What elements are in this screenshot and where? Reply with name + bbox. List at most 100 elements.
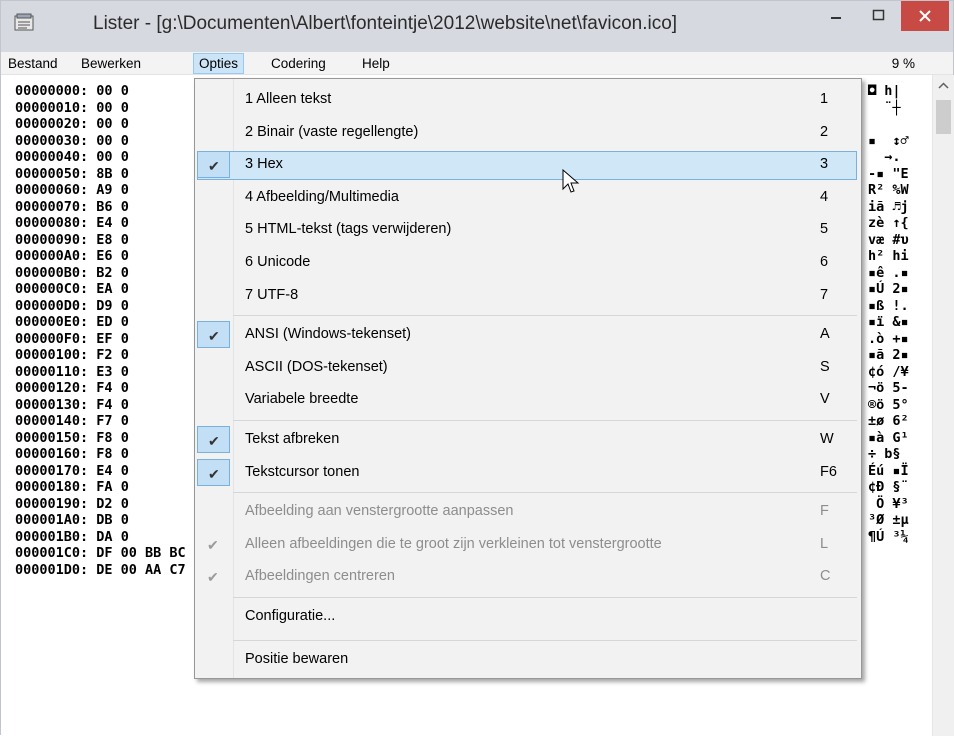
- hex-byte: A9: [96, 182, 113, 198]
- menu-item-label: Afbeeldingen centreren: [245, 568, 395, 585]
- hex-row: 00000190: D2 0: [15, 495, 129, 512]
- menu-item-label: Tekstcursor tonen: [245, 463, 360, 480]
- checkmark-icon: ✔: [208, 158, 220, 175]
- menu-item-2-binair-vaste-regellengte[interactable]: 2 Binair (vaste regellengte) 2: [195, 118, 861, 148]
- hex-text-column: Éú ▪Ï: [868, 462, 909, 479]
- scroll-thumb[interactable]: [936, 100, 951, 134]
- menu-item-shortcut: V: [820, 391, 830, 408]
- hex-row: 00000180: FA 0: [15, 479, 129, 495]
- hex-row: 00000020: 00 0: [15, 116, 129, 132]
- hex-row: 00000140: F7 0: [15, 413, 129, 429]
- maximize-button[interactable]: [858, 1, 898, 31]
- hex-byte: F2: [96, 347, 113, 363]
- hex-text-column: ¶Ú ³¼: [868, 528, 909, 545]
- menu-item-shortcut: F6: [820, 463, 837, 480]
- checkmark-icon: ✔: [207, 569, 219, 586]
- hex-address: 00000170:: [15, 462, 89, 479]
- menu-item-4-afbeelding-multimedia[interactable]: 4 Afbeelding/Multimedia 4: [195, 183, 861, 213]
- hex-byte: EF: [96, 330, 113, 347]
- hex-address: 000000C0:: [15, 281, 89, 297]
- hex-byte: B2: [96, 264, 113, 281]
- hex-byte: 00: [96, 149, 113, 165]
- menu-separator: [233, 420, 857, 421]
- menu-item-variabele-breedte[interactable]: Variabele breedte V: [195, 385, 861, 415]
- hex-row: 00000060: A9 0: [15, 182, 129, 198]
- hex-text-column: ▪ï &▪: [868, 314, 909, 330]
- menu-item-label: 3 Hex: [245, 156, 283, 173]
- menu-item-highlight: [197, 151, 857, 181]
- menu-bestand[interactable]: Bestand: [3, 54, 63, 73]
- hex-row: 000000F0: EF 0: [15, 330, 129, 347]
- window-title: Lister - [g:\Documenten\Albert\fonteintj…: [93, 13, 678, 34]
- hex-text-column: ▪ã 2▪: [868, 347, 909, 363]
- hex-row: 00000030: 00 0: [15, 132, 129, 149]
- hex-address: 00000190:: [15, 495, 89, 512]
- title-bar[interactable]: Lister - [g:\Documenten\Albert\fonteintj…: [1, 1, 953, 52]
- hex-text-column: iã ♬j: [868, 198, 909, 215]
- hex-address: 00000090:: [15, 231, 89, 248]
- menu-bewerken[interactable]: Bewerken: [76, 54, 146, 73]
- hex-address: 00000060:: [15, 182, 89, 198]
- menu-item-shortcut: 3: [820, 156, 829, 173]
- hex-text-column: ¬ö 5-: [868, 380, 909, 396]
- hex-text-column: ¢Ð §¨: [868, 479, 909, 495]
- hex-byte: 00: [96, 132, 113, 149]
- hex-address: 00000030:: [15, 132, 89, 149]
- hex-text-column: R² %W: [868, 182, 909, 198]
- hex-text-column: ÷ b§: [868, 446, 901, 462]
- menu-item-1-alleen-tekst[interactable]: 1 Alleen tekst 1: [195, 85, 861, 115]
- hex-row: 00000120: F4 0: [15, 380, 129, 396]
- hex-address: 00000110:: [15, 363, 89, 380]
- hex-byte: F4: [96, 380, 113, 396]
- menu-item-ansi-windows-tekenset[interactable]: ✔ ANSI (Windows-tekenset) A: [195, 320, 861, 350]
- menu-item-shortcut: 1: [820, 91, 829, 107]
- minimize-button[interactable]: [816, 1, 856, 31]
- mouse-cursor-icon: [562, 169, 580, 193]
- menu-item-afbeeldingen-centreren: ✔ Afbeeldingen centreren C: [195, 562, 861, 592]
- menu-item-tekst-afbreken[interactable]: ✔ Tekst afbreken W: [195, 425, 861, 455]
- menu-item-positie-bewaren[interactable]: Positie bewaren: [195, 645, 861, 675]
- menu-item-shortcut: 2: [820, 123, 829, 140]
- checkmark-box: ✔: [197, 458, 230, 486]
- zoom-indicator: 9 %: [891, 56, 915, 71]
- scroll-up-button[interactable]: [933, 75, 954, 97]
- close-button[interactable]: [901, 1, 949, 31]
- menu-item-7-utf-8[interactable]: 7 UTF-8 7: [195, 281, 861, 311]
- menu-item-6-unicode[interactable]: 6 Unicode 6: [195, 248, 861, 278]
- menu-item-5-html-tekst-tags-verwijderen[interactable]: 5 HTML-tekst (tags verwijderen) 5: [195, 215, 861, 245]
- menu-opties[interactable]: Opties: [193, 53, 245, 74]
- menu-item-3-hex[interactable]: ✔ 3 Hex 3: [195, 150, 861, 181]
- hex-byte: B6: [96, 198, 113, 215]
- hex-row: 00000160: F8 0: [15, 446, 129, 462]
- menu-item-ascii-dos-tekenset[interactable]: ASCII (DOS-tekenset) S: [195, 353, 861, 383]
- menu-item-shortcut: C: [820, 568, 831, 585]
- menu-item-label: 6 Unicode: [245, 254, 311, 270]
- hex-text-column: ▪à G¹: [868, 429, 909, 446]
- checkmark-box: ✔: [197, 531, 230, 558]
- close-icon: [919, 10, 931, 22]
- hex-byte: 00: [96, 99, 113, 116]
- hex-byte: DA: [96, 528, 113, 545]
- hex-address: 00000100:: [15, 347, 89, 363]
- hex-row: 00000090: E8 0: [15, 231, 129, 248]
- hex-byte: 00: [96, 83, 113, 99]
- hex-row: 00000040: 00 0: [15, 149, 129, 165]
- lister-app-icon: [14, 13, 34, 31]
- checkmark-box: ✔: [197, 151, 230, 179]
- menu-item-shortcut: 4: [820, 188, 829, 205]
- vertical-scrollbar[interactable]: [932, 75, 954, 736]
- menu-help[interactable]: Help: [357, 54, 395, 73]
- menu-codering[interactable]: Codering: [266, 54, 331, 73]
- checkmark-icon: ✔: [208, 433, 220, 449]
- menu-item-label: Alleen afbeeldingen die te groot zijn ve…: [245, 535, 662, 552]
- menu-item-tekstcursor-tonen[interactable]: ✔ Tekstcursor tonen F6: [195, 458, 861, 488]
- hex-address: 000000A0:: [15, 248, 89, 264]
- hex-text-column: ▪ ↕♂: [868, 132, 909, 149]
- hex-text-column: ▪ê .▪: [868, 264, 909, 281]
- menu-item-configuratie[interactable]: Configuratie...: [195, 602, 861, 632]
- hex-row: 000000A0: E6 0: [15, 248, 129, 264]
- hex-text-column: Ö ¥³: [868, 495, 909, 512]
- hex-row: 000000D0: D9 0: [15, 297, 129, 314]
- hex-byte: F7: [96, 413, 113, 429]
- hex-byte: 8B: [96, 165, 113, 182]
